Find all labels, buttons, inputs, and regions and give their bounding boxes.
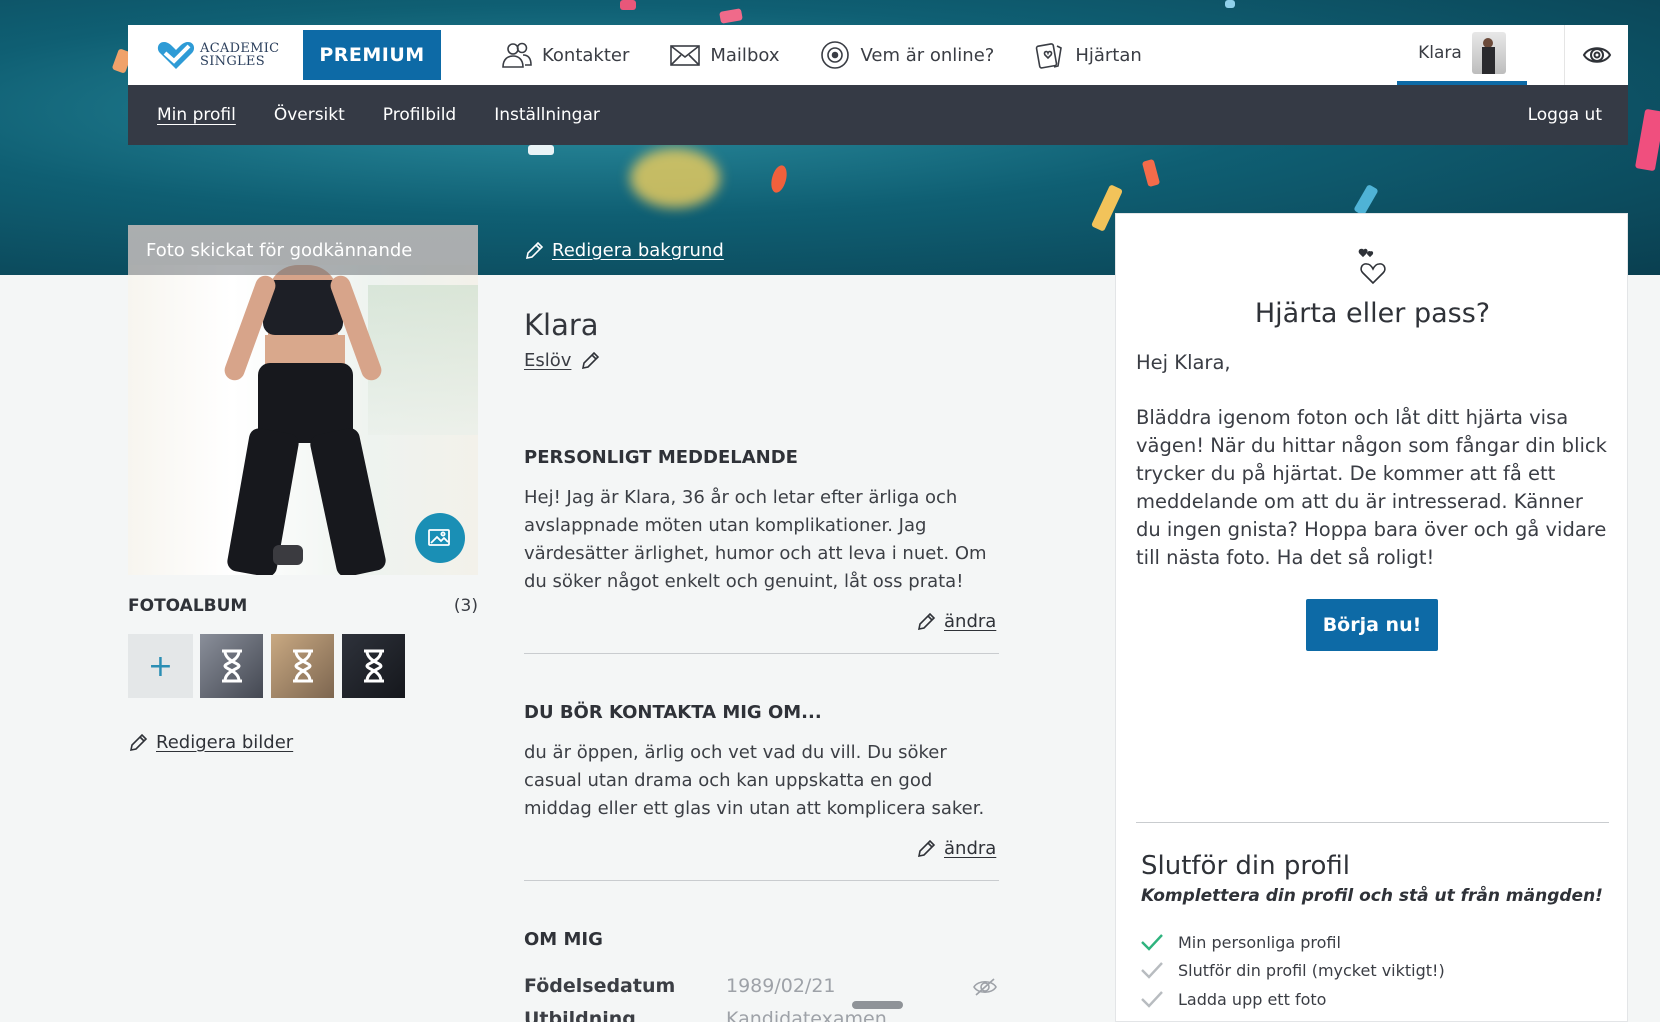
photo-album-thumbnails: +	[128, 634, 413, 698]
card-title: Hjärta eller pass?	[1254, 298, 1491, 329]
edit-photos-label: Redigera bilder	[156, 732, 294, 753]
hourglass-icon	[292, 649, 313, 683]
complete-profile-title: Slutför din profil	[1141, 851, 1351, 881]
online-icon	[821, 41, 850, 69]
photo-caption: Foto skickat för godkännande	[128, 225, 478, 275]
pencil-icon	[525, 241, 544, 259]
nav-contacts[interactable]: Kontakter	[501, 25, 629, 85]
profile-name: Klara	[524, 308, 599, 342]
photo-album-title: FOTOALBUM	[128, 596, 248, 616]
image-edit-icon	[428, 529, 450, 546]
checklist-label: Ladda upp ett foto	[1178, 989, 1327, 1009]
hourglass-icon	[363, 649, 384, 683]
hidden-eye-icon[interactable]	[972, 977, 998, 997]
change-photo-button[interactable]	[415, 513, 465, 563]
pencil-icon	[917, 612, 936, 630]
personal-message-title: PERSONLIGT MEDDELANDE	[524, 447, 798, 468]
start-now-button[interactable]: Börja nu!	[1306, 599, 1438, 651]
nav-hearts[interactable]: Hjärtan	[1034, 25, 1142, 85]
birthdate-value: 1989/02/21	[726, 975, 836, 997]
contact-me-if-title: DU BÖR KONTAKTA MIG OM...	[524, 702, 822, 723]
profile-photo[interactable]: Foto skickat för godkännande	[128, 225, 478, 575]
section-divider	[524, 653, 999, 654]
check-icon	[1141, 991, 1163, 1008]
checklist-item[interactable]: Min personliga profil	[1140, 932, 1341, 952]
album-thumb-1[interactable]	[200, 634, 263, 698]
education-value: Kandidatexamen	[726, 1008, 887, 1022]
check-icon	[1141, 962, 1163, 979]
logo-line2: SINGLES	[200, 54, 265, 69]
section-divider	[524, 880, 999, 881]
pencil-icon	[129, 733, 148, 751]
scroll-handle[interactable]	[852, 1001, 903, 1009]
heart-or-pass-card: Hjärta eller pass? Hej Klara, Bläddra ig…	[1115, 213, 1628, 1022]
profile-city[interactable]: Eslöv	[524, 350, 601, 371]
user-name: Klara	[1418, 43, 1462, 63]
avatar	[1471, 32, 1506, 74]
logout-link[interactable]: Logga ut	[1528, 105, 1602, 125]
nav-hearts-label: Hjärtan	[1075, 44, 1142, 66]
check-icon	[1141, 934, 1163, 951]
card-divider	[1136, 822, 1609, 823]
checklist-item[interactable]: Slutför din profil (mycket viktigt!)	[1140, 960, 1445, 980]
edit-contact-me-if-label: ändra	[944, 838, 997, 859]
profile-city-label: Eslöv	[524, 350, 572, 371]
subnav-my-profile[interactable]: Min profil	[157, 105, 236, 125]
checklist-label: Slutför din profil (mycket viktigt!)	[1178, 960, 1445, 980]
logo[interactable]: ACADEMIC SINGLES	[156, 39, 296, 71]
nav-online[interactable]: Vem är online?	[819, 25, 994, 85]
mail-icon	[670, 45, 701, 66]
add-photo-button[interactable]: +	[128, 634, 193, 698]
premium-button[interactable]: PREMIUM	[303, 30, 441, 80]
subnav-settings[interactable]: Inställningar	[494, 105, 600, 125]
card-greeting: Hej Klara,	[1136, 351, 1231, 374]
birthdate-label: Födelsedatum	[524, 975, 676, 997]
card-body: Bläddra igenom foton och låt ditt hjärta…	[1136, 406, 1607, 569]
edit-background-label: Redigera bakgrund	[552, 240, 724, 261]
visibility-button[interactable]	[1564, 25, 1628, 85]
heart-logo-icon	[157, 42, 195, 69]
nav-mailbox[interactable]: Mailbox	[669, 25, 779, 85]
about-me-title: OM MIG	[524, 929, 603, 950]
top-navigation: ACADEMIC SINGLES PREMIUM Kontakter Mailb…	[128, 25, 1628, 85]
nav-online-label: Vem är online?	[860, 44, 995, 66]
edit-personal-message-label: ändra	[944, 611, 997, 632]
education-label: Utbildning	[524, 1008, 636, 1022]
album-thumb-3[interactable]	[342, 634, 405, 698]
hearts-icon	[1036, 43, 1063, 69]
contact-me-if-text: du är öppen, ärlig och vet vad du vill. …	[524, 742, 985, 819]
album-thumb-2[interactable]	[271, 634, 334, 698]
subnav-overview[interactable]: Översikt	[274, 105, 345, 125]
complete-profile-subtitle: Komplettera din profil och stå ut från m…	[1141, 886, 1603, 906]
hourglass-icon	[221, 649, 242, 683]
nav-contacts-label: Kontakter	[542, 44, 630, 66]
subnav-profile-picture[interactable]: Profilbild	[383, 105, 456, 125]
pencil-icon	[917, 839, 936, 857]
hearts-icon	[1358, 248, 1386, 285]
user-menu[interactable]: Klara	[1397, 25, 1527, 85]
photo-album-count: (3)	[453, 596, 478, 616]
edit-personal-message-link[interactable]: ändra	[916, 611, 996, 632]
personal-message-text: Hej! Jag är Klara, 36 år och letar efter…	[524, 487, 987, 592]
eye-icon	[1582, 47, 1611, 63]
edit-contact-me-if-link[interactable]: ändra	[916, 838, 996, 859]
checklist-item[interactable]: Ladda upp ett foto	[1140, 989, 1326, 1009]
sub-navigation: Min profil Översikt Profilbild Inställni…	[128, 85, 1628, 145]
photo-album-header: FOTOALBUM (3)	[128, 596, 478, 616]
contacts-icon	[502, 42, 532, 68]
edit-photos-link[interactable]: Redigera bilder	[128, 732, 293, 753]
edit-background-link[interactable]: Redigera bakgrund	[524, 240, 724, 261]
pencil-icon	[582, 351, 600, 369]
checklist-label: Min personliga profil	[1178, 932, 1341, 952]
nav-mailbox-label: Mailbox	[710, 44, 780, 66]
